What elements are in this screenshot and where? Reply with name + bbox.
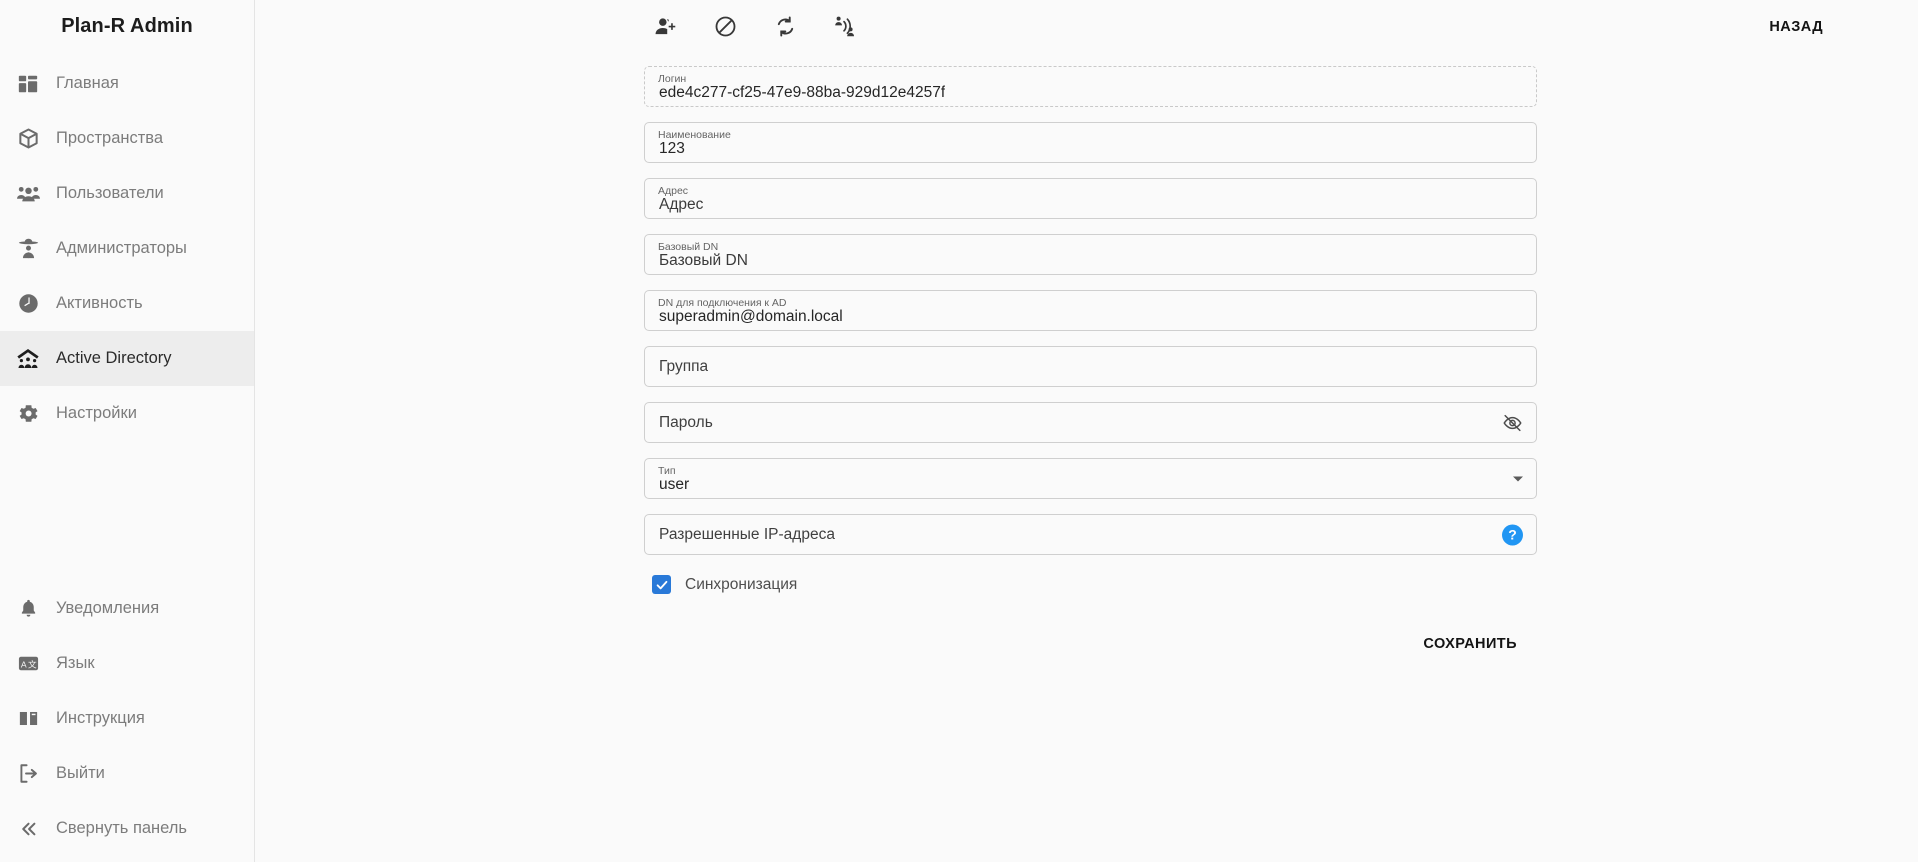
toolbar-actions [648,9,862,43]
group-field-value: Группа [659,358,708,376]
sidebar-nav-secondary: Уведомления A 文 Язык [0,581,254,862]
app-root: Plan-R Admin Главная [0,0,1918,862]
name-field-label: Наименование [658,123,731,141]
sidebar-item-label: Язык [56,654,95,673]
bell-icon [0,598,56,619]
sidebar-item-label: Свернуть панель [56,819,187,838]
sidebar-item-spaces[interactable]: Пространства [0,111,254,166]
add-user-button[interactable] [648,9,682,43]
sidebar-item-instruction[interactable]: Инструкция [0,691,254,746]
sidebar-item-home[interactable]: Главная [0,56,254,111]
sidebar: Plan-R Admin Главная [0,0,255,862]
name-field-value: 123 [659,140,685,158]
save-button[interactable]: СОХРАНИТЬ [1411,627,1529,661]
sidebar-item-notifications[interactable]: Уведомления [0,581,254,636]
type-select-label: Тип [658,459,676,477]
sidebar-item-label: Выйти [56,764,105,783]
sidebar-item-label: Главная [56,74,119,93]
translate-icon: A 文 [0,652,56,675]
sidebar-item-language[interactable]: A 文 Язык [0,636,254,691]
users-icon [0,181,56,206]
ad-settings-form: Логин ede4c277-cf25-47e9-88ba-929d12e425… [644,66,1537,661]
sync-checkbox-row[interactable]: Синхронизация [652,575,1537,594]
gear-icon [0,402,56,425]
help-icon[interactable]: ? [1502,524,1523,545]
allowed-ip-field[interactable]: Разрешенные IP-адреса ? [644,514,1537,555]
toolbar: НАЗАД [255,0,1918,52]
address-field[interactable]: Адрес Адрес [644,178,1537,219]
ad-connection-dn-field-value: superadmin@domain.local [659,308,843,326]
main-content: НАЗАД Логин ede4c277-cf25-47e9-88ba-929d… [255,0,1918,862]
ad-connection-dn-field-label: DN для подключения к AD [658,291,787,309]
clock-icon [0,292,56,315]
add-user-icon [654,15,677,38]
sidebar-item-label: Настройки [56,404,137,423]
address-field-label: Адрес [658,179,688,197]
sidebar-item-logout[interactable]: Выйти [0,746,254,801]
ad-connection-dn-field[interactable]: DN для подключения к AD superadmin@domai… [644,290,1537,331]
sidebar-item-active-directory[interactable]: Active Directory [0,331,254,386]
dashboard-icon [0,73,56,95]
block-button[interactable] [708,9,742,43]
sidebar-item-settings[interactable]: Настройки [0,386,254,441]
type-select-value: user [659,476,689,494]
sidebar-item-users[interactable]: Пользователи [0,166,254,221]
svg-text:文: 文 [28,658,37,669]
connected-users-button[interactable] [828,9,862,43]
cube-icon [0,127,56,150]
sidebar-item-administrators[interactable]: Администраторы [0,221,254,276]
sidebar-item-collapse-panel[interactable]: Свернуть панель [0,801,254,856]
type-select[interactable]: Тип user [644,458,1537,499]
name-field[interactable]: Наименование 123 [644,122,1537,163]
group-field[interactable]: Группа [644,346,1537,387]
connected-users-icon [833,14,857,38]
sidebar-item-label: Администраторы [56,239,187,258]
sync-refresh-icon [774,15,797,38]
chevron-double-left-icon [0,818,56,840]
login-field[interactable]: Логин ede4c277-cf25-47e9-88ba-929d12e425… [644,66,1537,107]
sync-button[interactable] [768,9,802,43]
sync-checkbox-label: Синхронизация [685,576,797,594]
base-dn-field-value: Базовый DN [659,252,748,270]
address-field-value: Адрес [659,196,703,214]
login-field-value: ede4c277-cf25-47e9-88ba-929d12e4257f [659,84,945,102]
base-dn-field-label: Базовый DN [658,235,718,253]
chevron-down-icon[interactable] [1513,476,1523,481]
password-field-value: Пароль [659,414,713,432]
svg-text:A: A [20,659,26,669]
block-icon [714,15,737,38]
detective-icon [0,237,56,260]
sidebar-item-label: Активность [56,294,143,313]
back-button[interactable]: НАЗАД [1759,11,1833,43]
sidebar-item-label: Active Directory [56,349,172,368]
eye-off-icon[interactable] [1502,412,1523,433]
form-actions: СОХРАНИТЬ [644,627,1537,661]
sidebar-nav-primary: Главная Пространства [0,56,254,441]
checkbox-checked-icon[interactable] [652,575,671,594]
sidebar-item-label: Инструкция [56,709,145,728]
sidebar-item-label: Уведомления [56,599,159,618]
base-dn-field[interactable]: Базовый DN Базовый DN [644,234,1537,275]
login-field-label: Логин [658,67,686,85]
allowed-ip-field-value: Разрешенные IP-адреса [659,526,835,544]
sidebar-item-label: Пользователи [56,184,164,203]
sidebar-item-activity[interactable]: Активность [0,276,254,331]
family-home-icon [0,346,56,372]
password-field[interactable]: Пароль [644,402,1537,443]
book-icon [0,707,56,730]
sidebar-item-label: Пространства [56,129,163,148]
logout-icon [0,762,56,785]
app-title: Plan-R Admin [0,0,254,52]
